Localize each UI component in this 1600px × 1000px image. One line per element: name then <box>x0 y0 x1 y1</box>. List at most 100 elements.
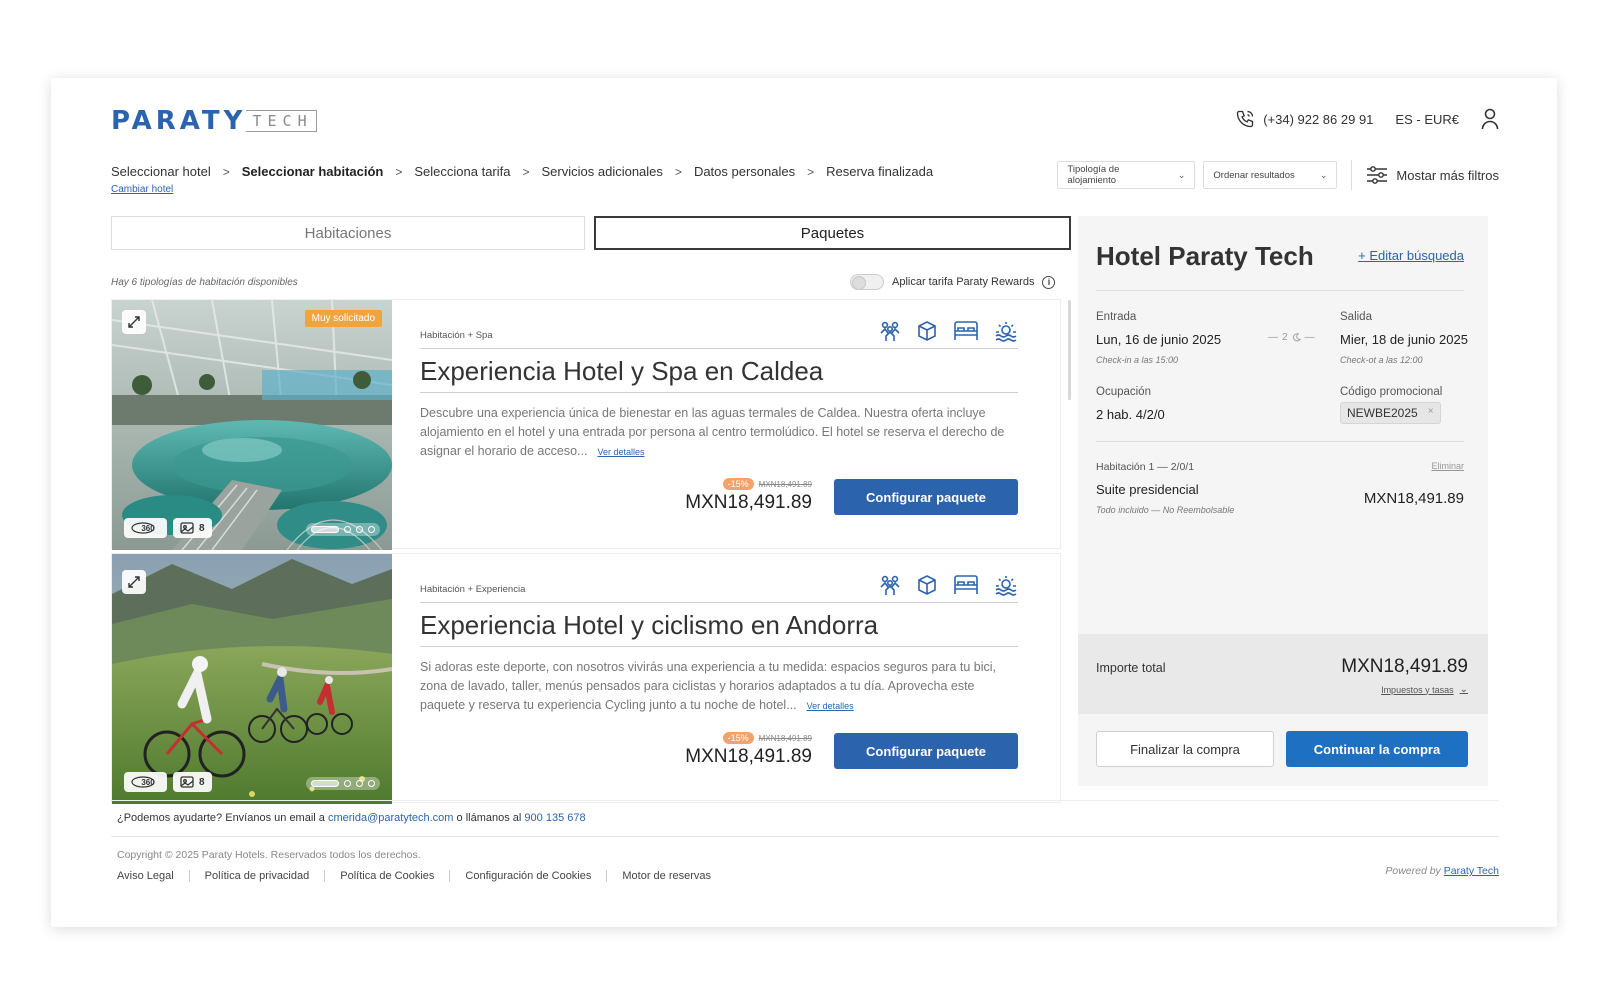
sort-results-label: Ordenar resultados <box>1213 169 1295 181</box>
people-icon <box>880 321 900 341</box>
finish-purchase-button[interactable]: Finalizar la compra <box>1096 731 1274 767</box>
info-icon[interactable]: i <box>1042 275 1056 289</box>
footer-link-privacy[interactable]: Política de privacidad <box>188 870 325 882</box>
package-card-body: Habitación + Experiencia Experiencia Hot… <box>420 554 1018 804</box>
list-scrollbar[interactable] <box>1068 300 1071 400</box>
checkout-label: Salida <box>1340 311 1372 323</box>
taxes-toggle[interactable]: Impuestos y tasas ⌄ <box>1381 684 1468 695</box>
cycling-photo <box>112 554 392 804</box>
more-filters-label: Mostar más filtros <box>1396 167 1499 183</box>
change-hotel-link[interactable]: Cambiar hotel <box>111 184 173 195</box>
chevron-right-icon: > <box>522 164 530 179</box>
tour-360-icon[interactable]: 360 <box>124 772 167 792</box>
popular-badge: Muy solicitado <box>304 310 382 327</box>
filters-bar: Tipología de alojamiento ⌄ Ordenar resul… <box>1057 160 1499 190</box>
header-right: (+34) 922 86 29 91 ES - EUR€ <box>1235 108 1499 130</box>
spa-icon <box>995 322 1017 342</box>
footer-link-cookie-settings[interactable]: Configuración de Cookies <box>449 870 606 882</box>
divider <box>111 800 1499 801</box>
chevron-down-icon: ⌄ <box>1459 684 1468 695</box>
package-image-cycling[interactable]: 360 8 <box>112 554 392 804</box>
carousel-dot[interactable] <box>311 526 339 533</box>
checkin-note: Check-in a las 15:00 <box>1096 355 1179 365</box>
breadcrumb-step-hotel[interactable]: Seleccionar hotel <box>111 164 211 179</box>
user-icon[interactable] <box>1481 108 1499 130</box>
package-type: Habitación + Experiencia <box>420 584 526 595</box>
footer-link-legal[interactable]: Aviso Legal <box>117 870 189 882</box>
promo-label: Código promocional <box>1340 386 1443 398</box>
configure-package-button[interactable]: Configurar paquete <box>834 733 1018 769</box>
close-icon[interactable]: × <box>1428 406 1434 420</box>
remove-room-link[interactable]: Eliminar <box>1431 461 1464 471</box>
tour-360-label: 360 <box>141 523 155 533</box>
nights-indicator: — 2 — <box>1268 332 1315 343</box>
header-phone[interactable]: (+34) 922 86 29 91 <box>1235 109 1373 129</box>
carousel-dot[interactable] <box>356 780 363 787</box>
amenities <box>879 574 1018 596</box>
summary-hotel-name: Hotel Paraty Tech <box>1096 241 1314 271</box>
availability-text: Hay 6 tipologías de habitación disponibl… <box>111 277 298 288</box>
gallery-icon <box>180 522 194 534</box>
carousel-dot[interactable] <box>368 780 375 787</box>
total-label: Importe total <box>1096 661 1166 675</box>
carousel-dot[interactable] <box>356 526 363 533</box>
header-phone-number: (+34) 922 86 29 91 <box>1263 111 1374 127</box>
box-icon <box>918 575 936 595</box>
gallery-button[interactable]: 8 <box>173 772 212 792</box>
divider <box>1351 160 1353 190</box>
carousel-dots[interactable] <box>306 777 380 790</box>
package-title[interactable]: Experiencia Hotel y ciclismo en Andorra <box>420 610 878 641</box>
phone-icon <box>1237 110 1254 128</box>
tab-rooms[interactable]: Habitaciones <box>111 216 585 250</box>
carousel-dot[interactable] <box>311 780 339 787</box>
tour-360-icon[interactable]: 360 <box>124 518 167 538</box>
package-card: Muy solicitado 360 8 Habitación + Spa Ex… <box>111 299 1061 550</box>
footer-link-cookies[interactable]: Política de Cookies <box>324 870 449 882</box>
dash: — <box>1304 332 1315 343</box>
discount-row: -15% MXN18,491.89 <box>685 478 812 490</box>
package-type: Habitación + Spa <box>420 330 493 341</box>
package-price: MXN18,491.89 <box>685 492 812 513</box>
carousel-dots[interactable] <box>306 523 380 536</box>
sort-results-select[interactable]: Ordenar resultados ⌄ <box>1203 161 1338 189</box>
help-phone-link[interactable]: 900 135 678 <box>524 812 585 824</box>
expand-icon[interactable] <box>122 570 146 594</box>
rewards-toggle[interactable] <box>850 274 884 290</box>
language-currency-selector[interactable]: ES - EUR€ <box>1395 112 1459 127</box>
continue-purchase-button[interactable]: Continuar la compra <box>1286 731 1468 767</box>
footer-link-booking-engine[interactable]: Motor de reservas <box>606 870 726 882</box>
carousel-dot[interactable] <box>344 780 351 787</box>
see-details-link[interactable]: Ver detalles <box>597 447 644 457</box>
configure-package-button[interactable]: Configurar paquete <box>834 479 1018 515</box>
nights-count: 2 <box>1282 332 1288 343</box>
price-area: -15% MXN18,491.89 MXN18,491.89 <box>685 732 812 768</box>
chevron-down-icon: ⌄ <box>1319 169 1328 180</box>
price-area: -15% MXN18,491.89 MXN18,491.89 <box>685 478 812 514</box>
divider <box>111 836 1499 837</box>
see-details-link[interactable]: Ver detalles <box>807 701 854 711</box>
more-filters-button[interactable]: Mostar más filtros <box>1366 166 1499 184</box>
chevron-down-icon: ⌄ <box>1177 169 1186 180</box>
checkout-value: Mier, 18 de junio 2025 <box>1340 332 1468 347</box>
carousel-dot[interactable] <box>368 526 375 533</box>
edit-search-link[interactable]: + Editar búsqueda <box>1358 248 1464 263</box>
help-email-link[interactable]: cmerida@paratytech.com <box>328 812 454 824</box>
tab-packages[interactable]: Paquetes <box>594 216 1071 250</box>
powered-link[interactable]: Paraty Tech <box>1444 865 1499 877</box>
promo-code-value: NEWBE2025 <box>1347 406 1418 420</box>
logo[interactable]: PARATY TECH <box>111 106 317 136</box>
chevron-right-icon: > <box>807 164 815 179</box>
accommodation-type-select[interactable]: Tipología de alojamiento ⌄ <box>1057 161 1196 189</box>
checkin-label: Entrada <box>1096 311 1137 323</box>
carousel-dot[interactable] <box>344 526 351 533</box>
breadcrumb-step-personal: Datos personales <box>693 164 796 179</box>
package-image-spa[interactable]: Muy solicitado 360 8 <box>112 300 392 550</box>
breadcrumb: Seleccionar hotel > Seleccionar habitaci… <box>111 164 933 179</box>
package-title[interactable]: Experiencia Hotel y Spa en Caldea <box>420 356 823 387</box>
divider <box>420 392 1018 393</box>
divider <box>1096 290 1464 291</box>
expand-icon[interactable] <box>122 310 146 334</box>
occupancy-value: 2 hab. 4/2/0 <box>1096 407 1165 422</box>
package-description: Descubre una experiencia única de bienes… <box>420 404 1018 462</box>
gallery-button[interactable]: 8 <box>173 518 212 538</box>
